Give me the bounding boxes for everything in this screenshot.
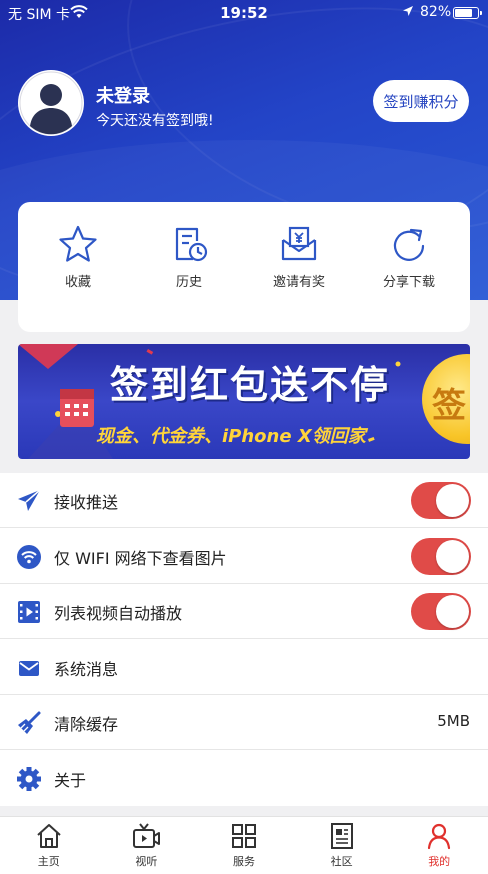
tv-video-icon: [133, 823, 161, 848]
promo-banner[interactable]: 签到红包送不停 现金、代金券、iPhone X领回家 签: [18, 344, 470, 459]
cache-size: 5MB: [437, 712, 470, 730]
quick-action-share[interactable]: 分享下载: [354, 224, 464, 294]
mail-icon: [19, 660, 39, 676]
status-time: 19:52: [220, 4, 268, 22]
history-icon: [175, 227, 208, 262]
checkin-hint: 今天还没有签到哦!: [96, 113, 214, 129]
wifi-circle-icon: [17, 544, 41, 569]
quick-action-label: 邀请有奖: [272, 275, 325, 290]
paper-plane-icon: [18, 489, 41, 511]
tab-video[interactable]: 视听: [98, 817, 196, 874]
person-icon: [428, 823, 451, 850]
tab-home[interactable]: 主页: [0, 817, 98, 874]
tab-label: 主页: [37, 855, 60, 868]
username[interactable]: 未登录: [96, 82, 150, 108]
quick-action-label: 收藏: [64, 275, 91, 290]
tab-bar: 主页 视听 服务 社区 我的: [0, 816, 488, 874]
broom-icon: [18, 711, 41, 734]
star-icon: [59, 225, 97, 262]
push-toggle[interactable]: [411, 482, 471, 519]
share-icon: [393, 228, 425, 261]
checkin-button[interactable]: 签到赚积分: [373, 80, 469, 122]
banner-subtitle: 现金、代金券、iPhone X领回家: [96, 426, 366, 447]
wifi-images-toggle[interactable]: [411, 537, 471, 575]
setting-label: 关于: [54, 770, 87, 790]
grid-icon: [231, 824, 256, 848]
location-arrow-icon: [402, 5, 414, 21]
status-bar: 无 SIM 卡 19:52 82%: [0, 0, 488, 26]
tab-label: 社区: [330, 855, 353, 868]
quick-action-history[interactable]: 历史: [134, 224, 244, 294]
tab-community[interactable]: 社区: [293, 817, 391, 874]
quick-action-label: 分享下载: [382, 275, 435, 290]
setting-label: 接收推送: [54, 493, 119, 512]
setting-autoplay-video[interactable]: 列表视频自动播放: [0, 584, 488, 639]
banner-title: 签到红包送不停: [110, 362, 391, 407]
setting-receive-push[interactable]: 接收推送: [0, 473, 488, 528]
person-silhouette-icon: [19, 71, 83, 135]
quick-action-invite[interactable]: 邀请有奖: [244, 224, 354, 294]
setting-system-messages[interactable]: 系统消息: [0, 640, 488, 695]
setting-label: 仅 WIFI 网络下查看图片: [54, 548, 227, 568]
tab-services[interactable]: 服务: [195, 817, 293, 874]
settings-list: 接收推送 仅 WIFI 网络下查看图片 列表视频自动播放 系统消息 清除缓存 5…: [0, 473, 488, 806]
home-icon: [37, 824, 61, 848]
gear-icon: [17, 766, 41, 791]
newspaper-icon: [330, 823, 353, 849]
tab-label: 服务: [232, 855, 255, 868]
tab-mine[interactable]: 我的: [390, 817, 488, 874]
tab-label: 我的: [428, 855, 451, 868]
quick-actions-card: 收藏 历史 邀请有奖 分享下载: [18, 202, 470, 332]
autoplay-toggle[interactable]: [411, 593, 471, 630]
setting-label: 列表视频自动播放: [54, 604, 183, 623]
avatar[interactable]: [18, 70, 84, 136]
invite-envelope-icon: [281, 226, 317, 261]
setting-label: 系统消息: [54, 659, 119, 679]
setting-about[interactable]: 关于: [0, 751, 488, 806]
video-film-icon: [18, 601, 40, 623]
quick-action-favorites[interactable]: 收藏: [23, 224, 133, 294]
tab-label: 视听: [135, 855, 158, 868]
battery-percent: 82%: [420, 4, 452, 20]
setting-label: 清除缓存: [54, 715, 119, 734]
battery-icon: [453, 7, 482, 19]
coin-label: 签: [432, 386, 466, 426]
quick-action-label: 历史: [175, 275, 202, 290]
setting-wifi-images[interactable]: 仅 WIFI 网络下查看图片: [0, 529, 488, 584]
setting-clear-cache[interactable]: 清除缓存 5MB: [0, 695, 488, 750]
